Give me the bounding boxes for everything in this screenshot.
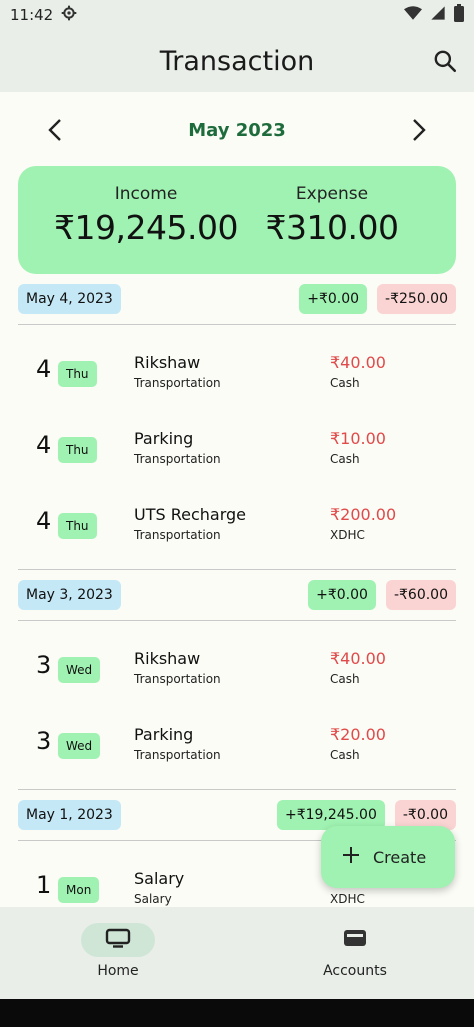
nav-accounts-indicator — [318, 923, 392, 957]
nav-accounts-label: Accounts — [323, 963, 387, 979]
income-chip: +₹0.00 — [299, 284, 368, 314]
transaction-category: Transportation — [134, 748, 221, 762]
nav-item-home[interactable]: Home — [38, 923, 198, 979]
date-chip: May 4, 2023 — [18, 284, 121, 314]
transaction-row[interactable]: 3 Wed Rikshaw Transportation ₹40.00 Cash — [0, 637, 474, 713]
nav-home-indicator — [81, 923, 155, 957]
transaction-amount: ₹200.00 — [330, 505, 397, 524]
transaction-title: UTS Recharge — [134, 505, 247, 524]
transaction-title: Salary — [134, 869, 185, 888]
search-icon[interactable] — [432, 48, 458, 74]
battery-icon — [454, 4, 464, 26]
status-time: 11:42 — [10, 6, 54, 24]
transaction-amount: ₹40.00 — [330, 649, 386, 668]
transaction-title: Parking — [134, 429, 194, 448]
date-group-header: May 3, 2023 +₹0.00 -₹60.00 — [0, 580, 474, 620]
create-button[interactable]: Create — [321, 826, 455, 888]
month-label: May 2023 — [188, 119, 286, 141]
app-bar: Transaction — [0, 30, 474, 92]
day-number: 4 — [36, 431, 52, 459]
plus-icon — [341, 845, 361, 869]
expense-label: Expense — [295, 184, 369, 204]
weekday-badge: Thu — [58, 437, 97, 463]
transaction-account: Cash — [330, 452, 360, 466]
page-title: Transaction — [159, 45, 315, 77]
date-group-header: May 4, 2023 +₹0.00 -₹250.00 — [0, 284, 474, 324]
date-chip: May 3, 2023 — [18, 580, 121, 610]
day-number: 4 — [36, 507, 52, 535]
chevron-right-icon[interactable] — [406, 118, 430, 142]
income-chip: +₹0.00 — [308, 580, 376, 610]
transaction-amount: ₹40.00 — [330, 353, 386, 372]
transaction-list[interactable]: May 4, 2023 +₹0.00 -₹250.00 4 Thu Riksha… — [0, 284, 474, 907]
income-amount: ₹19,245.00 — [54, 208, 238, 247]
gesture-bar — [0, 999, 474, 1027]
date-group: May 3, 2023 +₹0.00 -₹60.00 3 Wed Rikshaw… — [0, 580, 474, 800]
weekday-badge: Wed — [58, 733, 101, 759]
gear-icon — [61, 5, 77, 25]
status-bar: 11:42 — [0, 0, 474, 30]
tv-icon — [105, 928, 131, 952]
transaction-amount: ₹10.00 — [330, 429, 386, 448]
wallet-icon — [343, 928, 367, 952]
date-group: May 4, 2023 +₹0.00 -₹250.00 4 Thu Riksha… — [0, 284, 474, 580]
transaction-row[interactable]: 4 Thu Parking Transportation ₹10.00 Cash — [0, 417, 474, 493]
date-chip: May 1, 2023 — [18, 800, 121, 830]
day-number: 3 — [36, 651, 52, 679]
transaction-account: Cash — [330, 376, 360, 390]
summary-card: Income ₹19,245.00 Expense ₹310.00 — [18, 166, 456, 274]
expense-chip: -₹250.00 — [377, 284, 456, 314]
transaction-account: Cash — [330, 748, 360, 762]
transaction-account: XDHC — [330, 892, 365, 906]
expense-summary: Expense ₹310.00 — [232, 184, 432, 247]
create-button-label: Create — [373, 847, 427, 867]
transaction-title: Rikshaw — [134, 649, 201, 668]
nav-home-label: Home — [97, 963, 139, 979]
expense-amount: ₹310.00 — [265, 208, 399, 247]
weekday-badge: Mon — [58, 877, 100, 903]
nav-item-accounts[interactable]: Accounts — [275, 923, 435, 979]
day-number: 4 — [36, 355, 52, 383]
day-number: 1 — [36, 871, 52, 899]
wifi-icon — [404, 6, 422, 24]
transaction-row[interactable]: 4 Thu UTS Recharge Transportation ₹200.0… — [0, 493, 474, 569]
income-label: Income — [114, 184, 178, 204]
transaction-title: Parking — [134, 725, 194, 744]
expense-chip: -₹60.00 — [385, 580, 456, 610]
transaction-account: Cash — [330, 672, 360, 686]
transaction-row[interactable]: 3 Wed Parking Transportation ₹20.00 Cash — [0, 713, 474, 789]
month-navigator: May 2023 — [0, 108, 474, 152]
transaction-row[interactable]: 4 Thu Rikshaw Transportation ₹40.00 Cash — [0, 341, 474, 417]
transaction-category: Transportation — [134, 528, 221, 542]
transaction-amount: ₹20.00 — [330, 725, 386, 744]
transaction-category: Transportation — [134, 672, 221, 686]
transaction-account: XDHC — [330, 528, 365, 542]
bottom-navigation: Home Accounts — [0, 907, 474, 999]
transaction-category: Transportation — [134, 376, 221, 390]
weekday-badge: Thu — [58, 361, 97, 387]
transaction-category: Salary — [134, 892, 172, 906]
weekday-badge: Wed — [58, 657, 101, 683]
income-summary: Income ₹19,245.00 — [46, 184, 246, 247]
chevron-left-icon[interactable] — [44, 118, 68, 142]
transaction-title: Rikshaw — [134, 353, 201, 372]
weekday-badge: Thu — [58, 513, 97, 539]
signal-icon — [430, 5, 446, 25]
day-number: 3 — [36, 727, 52, 755]
transaction-category: Transportation — [134, 452, 221, 466]
